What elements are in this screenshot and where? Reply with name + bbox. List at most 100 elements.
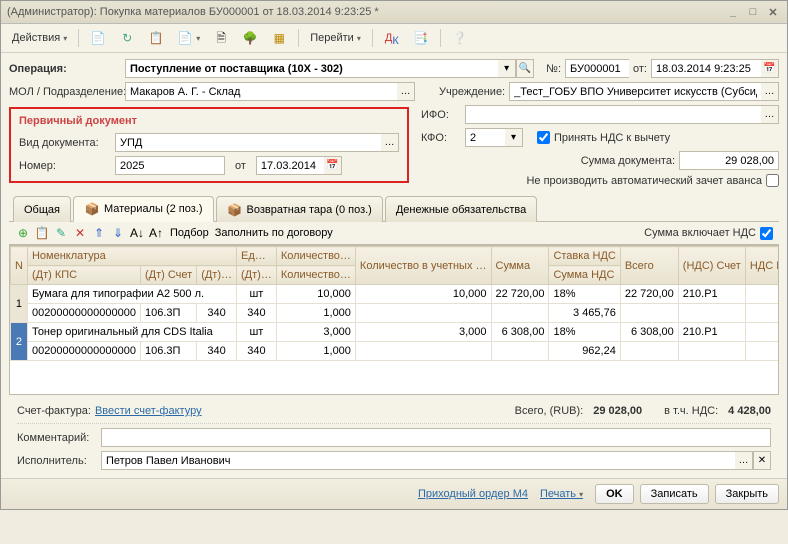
no-auto-offset-label: Не производить автоматический зачет аван… xyxy=(526,175,762,187)
tab-general[interactable]: Общая xyxy=(13,196,71,222)
col-vat-acc[interactable]: (НДС) Счет xyxy=(678,247,745,285)
sum-includes-vat-checkbox[interactable] xyxy=(760,227,773,240)
save-button[interactable]: Записать xyxy=(640,484,709,504)
col-qty[interactable]: Количество… xyxy=(276,247,355,266)
toolbar-open-icon[interactable]: 📄 xyxy=(85,27,111,49)
sort-desc-icon[interactable]: A↑ xyxy=(148,225,164,241)
col-dt[interactable]: (Дт)… xyxy=(197,266,237,285)
ifo-ellipsis[interactable]: … xyxy=(761,105,779,124)
col-nomenclature[interactable]: Номенклатура xyxy=(27,247,236,266)
operation-label: Операция: xyxy=(9,63,121,75)
number-label: №: xyxy=(546,63,561,75)
table-row[interactable]: 00200000000000000 106.3П 340 340 1,000 9… xyxy=(11,342,780,361)
toolbar-doc1-icon[interactable]: 📄▾ xyxy=(172,27,205,49)
executor-ellipsis[interactable]: … xyxy=(735,451,753,470)
sort-asc-icon[interactable]: A↓ xyxy=(129,225,145,241)
mol-ellipsis[interactable]: … xyxy=(397,82,415,101)
total-label: Всего, (RUB): xyxy=(515,405,584,417)
doc-date-calendar-icon[interactable]: 📅 xyxy=(324,156,342,175)
toolbar-copy-icon[interactable]: 📋 xyxy=(143,27,169,49)
selection-button[interactable]: Подбор xyxy=(170,227,209,239)
date-calendar-icon[interactable]: 📅 xyxy=(761,59,779,78)
goto-menu[interactable]: Перейти ▾ xyxy=(305,29,366,47)
no-auto-offset-checkbox[interactable] xyxy=(766,174,779,187)
toolbar-struct-icon[interactable]: ▦ xyxy=(266,27,292,49)
tab-materials[interactable]: 📦Материалы (2 поз.) xyxy=(73,196,214,222)
primary-doc-title: Первичный документ xyxy=(19,115,399,127)
vat-deduct-label: Принять НДС к вычету xyxy=(554,132,670,144)
col-unit[interactable]: Ед… xyxy=(237,247,277,266)
mol-label: МОЛ / Подразделение: xyxy=(9,86,121,98)
comment-label: Комментарий: xyxy=(17,432,97,444)
print-menu[interactable]: Печать ▾ xyxy=(540,488,583,500)
toolbar-refresh-icon[interactable]: ↻ xyxy=(114,27,140,49)
add-row-icon[interactable]: ⊕ xyxy=(15,225,31,241)
main-toolbar: Действия ▾ 📄 ↻ 📋 📄▾ 🗎 🌳 ▦ Перейти ▾ ДК 📑… xyxy=(1,24,787,53)
toolbar-doc2-icon[interactable]: 🗎 xyxy=(208,27,234,49)
tabs: Общая 📦Материалы (2 поз.) 📦Возвратная та… xyxy=(9,195,779,222)
kfo-input[interactable] xyxy=(465,128,505,147)
kfo-dropdown[interactable]: ▾ xyxy=(505,128,523,147)
comment-input[interactable] xyxy=(101,428,771,447)
move-up-icon[interactable]: ⇑ xyxy=(91,225,107,241)
toolbar-sheet-icon[interactable]: 📑 xyxy=(408,27,434,49)
col-dt2[interactable]: (Дт)… xyxy=(237,266,277,285)
col-n[interactable]: N xyxy=(11,247,28,285)
vat-value: 4 428,00 xyxy=(728,405,771,417)
fill-contract-button[interactable]: Заполнить по договору xyxy=(215,227,333,239)
col-qty-acc[interactable]: Количество в учетных … xyxy=(355,247,491,285)
date-input[interactable] xyxy=(651,59,761,78)
maximize-button[interactable]: □ xyxy=(745,5,761,19)
doc-number-input[interactable] xyxy=(115,156,225,175)
tab-returnable[interactable]: 📦Возвратная тара (0 поз.) xyxy=(216,196,383,222)
sum-input[interactable] xyxy=(679,151,779,170)
col-qty2[interactable]: Количество… xyxy=(276,266,355,285)
add-copy-icon[interactable]: 📋 xyxy=(34,225,50,241)
toolbar-help-icon[interactable]: ❔ xyxy=(447,27,473,49)
institution-input[interactable] xyxy=(509,82,761,101)
tab-obligations[interactable]: Денежные обязательства xyxy=(385,196,537,222)
mol-input[interactable] xyxy=(125,82,397,101)
doc-type-ellipsis[interactable]: … xyxy=(381,133,399,152)
doc-date-input[interactable] xyxy=(256,156,324,175)
col-total[interactable]: Всего xyxy=(620,247,678,285)
ok-button[interactable]: OK xyxy=(595,484,634,504)
col-dt-kps[interactable]: (Дт) КПС xyxy=(27,266,140,285)
ifo-label: ИФО: xyxy=(421,109,461,121)
executor-label: Исполнитель: xyxy=(17,455,97,467)
operation-dropdown[interactable]: ▾ xyxy=(498,59,516,78)
window-title: (Администратор): Покупка материалов БУ00… xyxy=(7,6,379,18)
minimize-button[interactable]: _ xyxy=(725,5,741,19)
kfo-label: КФО: xyxy=(421,132,461,144)
col-sum[interactable]: Сумма xyxy=(491,247,549,285)
toolbar-tree-icon[interactable]: 🌳 xyxy=(237,27,263,49)
operation-search[interactable]: 🔍 xyxy=(516,59,534,78)
invoice-label: Счет-фактура: xyxy=(17,405,91,417)
materials-table[interactable]: N Номенклатура Ед… Количество… Количеств… xyxy=(9,245,779,395)
vat-deduct-checkbox[interactable] xyxy=(537,131,550,144)
table-row[interactable]: 1 Бумага для типографии А2 500 л. шт 10,… xyxy=(11,285,780,304)
actions-menu[interactable]: Действия ▾ xyxy=(7,29,72,47)
operation-input[interactable] xyxy=(125,59,498,78)
col-dt-acc[interactable]: (Дт) Счет xyxy=(140,266,196,285)
number-input[interactable] xyxy=(565,59,629,78)
invoice-link[interactable]: Ввести счет-фактуру xyxy=(95,405,202,417)
doc-type-input[interactable] xyxy=(115,133,381,152)
receipt-order-link[interactable]: Приходный ордер М4 xyxy=(418,488,528,500)
move-down-icon[interactable]: ⇓ xyxy=(110,225,126,241)
edit-row-icon[interactable]: ✎ xyxy=(53,225,69,241)
close-button[interactable]: ✕ xyxy=(765,5,781,19)
close-form-button[interactable]: Закрыть xyxy=(715,484,779,504)
delete-row-icon[interactable]: ✕ xyxy=(72,225,88,241)
col-vat-kek[interactable]: НДС КЭК xyxy=(745,247,779,285)
col-vat-rate[interactable]: Ставка НДС xyxy=(549,247,620,266)
ifo-input[interactable] xyxy=(465,105,761,124)
institution-label: Учреждение: xyxy=(439,86,505,98)
table-row[interactable]: 00200000000000000 106.3П 340 340 1,000 3… xyxy=(11,304,780,323)
toolbar-dk-icon[interactable]: ДК xyxy=(379,27,405,49)
institution-ellipsis[interactable]: … xyxy=(761,82,779,101)
executor-clear-icon[interactable]: ✕ xyxy=(753,451,771,470)
col-vat-sum[interactable]: Сумма НДС xyxy=(549,266,620,285)
table-row[interactable]: 2 Тонер оригинальный для CDS Italia шт 3… xyxy=(11,323,780,342)
executor-input[interactable] xyxy=(101,451,735,470)
